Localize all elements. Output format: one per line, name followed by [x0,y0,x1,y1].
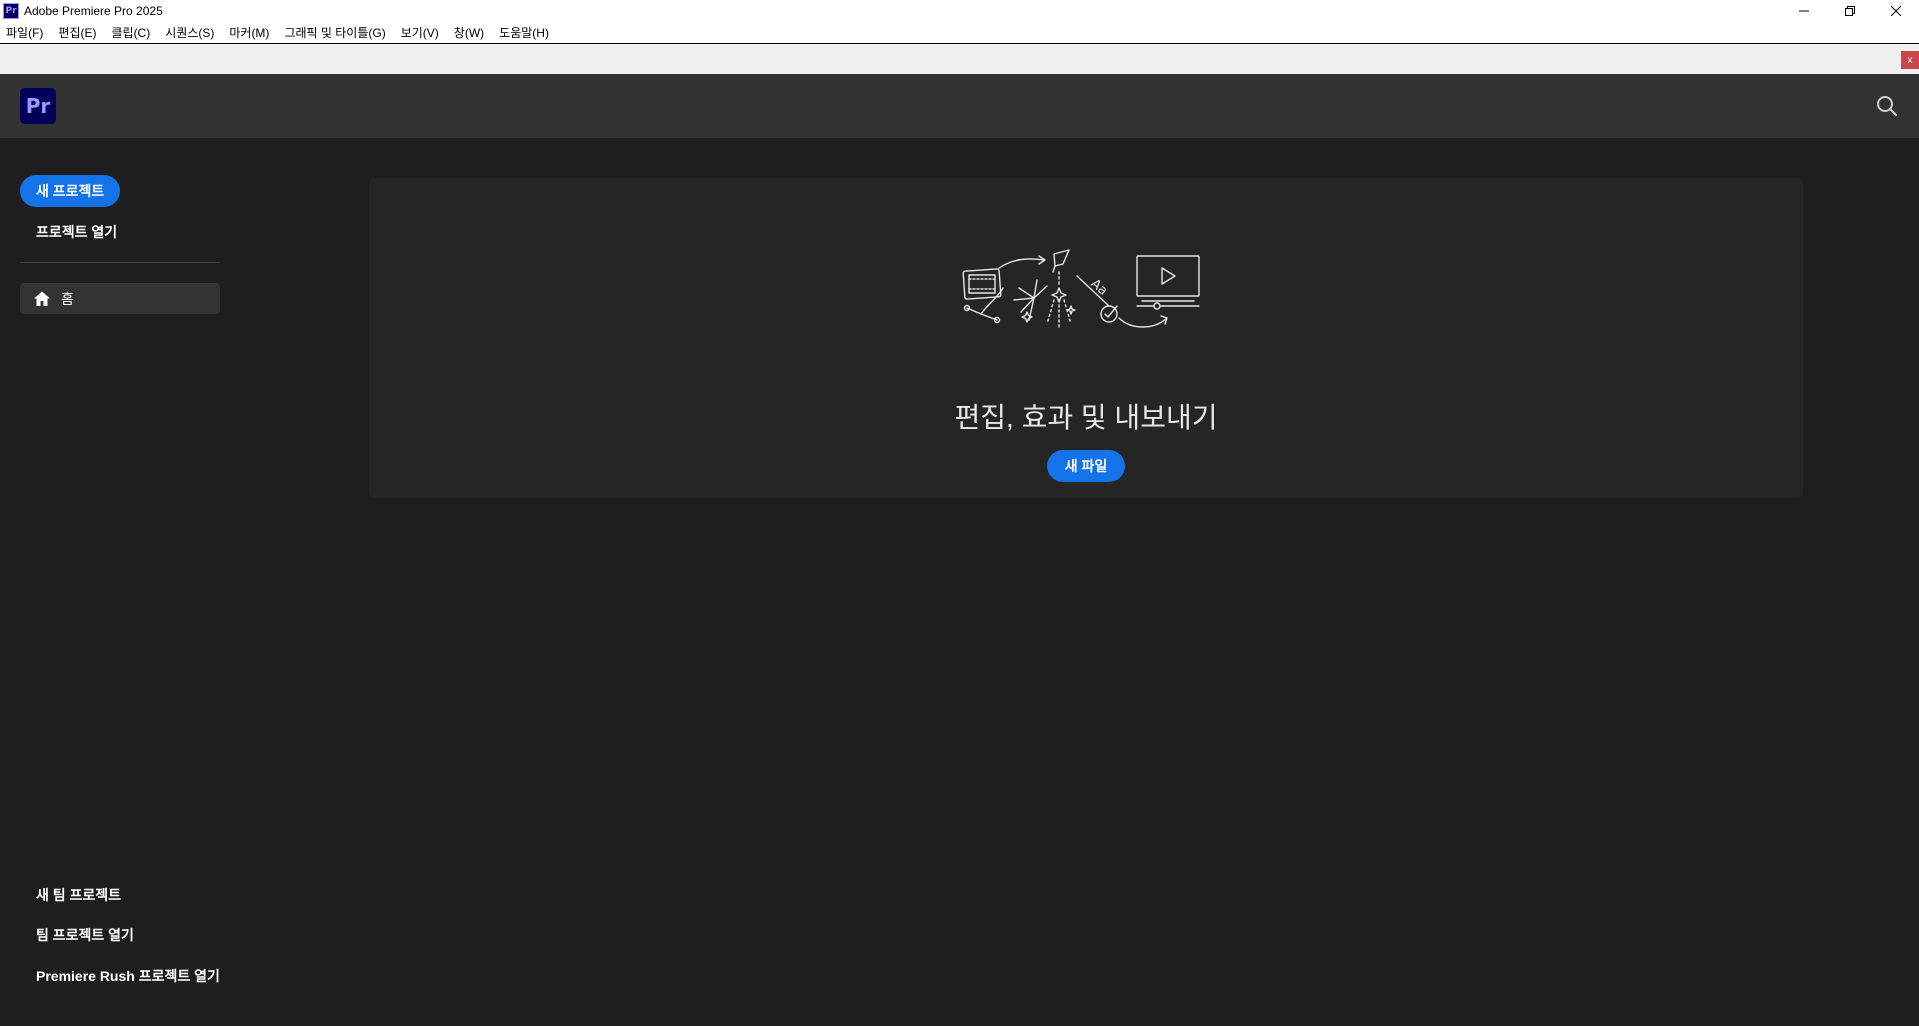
window-titlebar: Pr Adobe Premiere Pro 2025 [0,0,1919,22]
hero-card: Aa 편집, 효과 및 내보내기 새 파일 [369,178,1803,498]
notification-strip: x [0,44,1919,74]
minimize-icon [1799,10,1809,12]
home-icon [34,291,50,306]
sidebar: 새 프로젝트 프로젝트 열기 홈 새 팀 프로젝트 팀 프로젝트 열기 Prem… [0,138,230,1026]
close-icon [1891,6,1901,16]
menu-marker[interactable]: 마커(M) [229,24,269,41]
open-rush-project-link[interactable]: Premiere Rush 프로젝트 열기 [36,966,220,986]
minimize-button[interactable] [1781,0,1827,22]
close-button[interactable] [1873,0,1919,22]
menu-help[interactable]: 도움말(H) [499,24,549,41]
edit-effects-export-illustration: Aa [962,249,1200,329]
open-team-project-link[interactable]: 팀 프로젝트 열기 [36,925,134,945]
sidebar-divider [20,262,220,263]
menu-edit[interactable]: 편집(E) [58,24,96,41]
restore-button[interactable] [1827,0,1873,22]
home-screen: 새 프로젝트 프로젝트 열기 홈 새 팀 프로젝트 팀 프로젝트 열기 Prem… [0,138,1919,1026]
premiere-logo: Pr [20,88,56,124]
window-title: Adobe Premiere Pro 2025 [24,4,163,18]
menu-bar: 파일(F) 편집(E) 클립(C) 시퀀스(S) 마커(M) 그래픽 및 타이틀… [0,22,1919,43]
new-team-project-link[interactable]: 새 팀 프로젝트 [36,885,121,905]
window-controls [1781,0,1919,22]
new-project-button[interactable]: 새 프로젝트 [20,175,121,207]
hero-title: 편집, 효과 및 내보내기 [954,402,1218,433]
notification-close-button[interactable]: x [1901,51,1919,69]
open-project-link[interactable]: 프로젝트 열기 [36,222,117,242]
premiere-app-icon: Pr [3,3,19,19]
menu-clip[interactable]: 클립(C) [111,24,150,41]
restore-icon [1845,6,1855,16]
sidebar-item-home[interactable]: 홈 [20,283,220,314]
menu-window[interactable]: 창(W) [454,24,484,41]
menu-graphics-titles[interactable]: 그래픽 및 타이틀(G) [284,24,385,41]
app-header: Pr [0,74,1919,138]
search-button[interactable] [1875,94,1899,118]
menu-view[interactable]: 보기(V) [401,24,439,41]
menu-sequence[interactable]: 시퀀스(S) [165,24,214,41]
menu-file[interactable]: 파일(F) [6,24,43,41]
svg-text:Aa: Aa [1088,276,1111,298]
sidebar-item-label: 홈 [61,290,74,307]
new-file-button[interactable]: 새 파일 [1047,450,1125,482]
search-icon [1877,96,1897,116]
